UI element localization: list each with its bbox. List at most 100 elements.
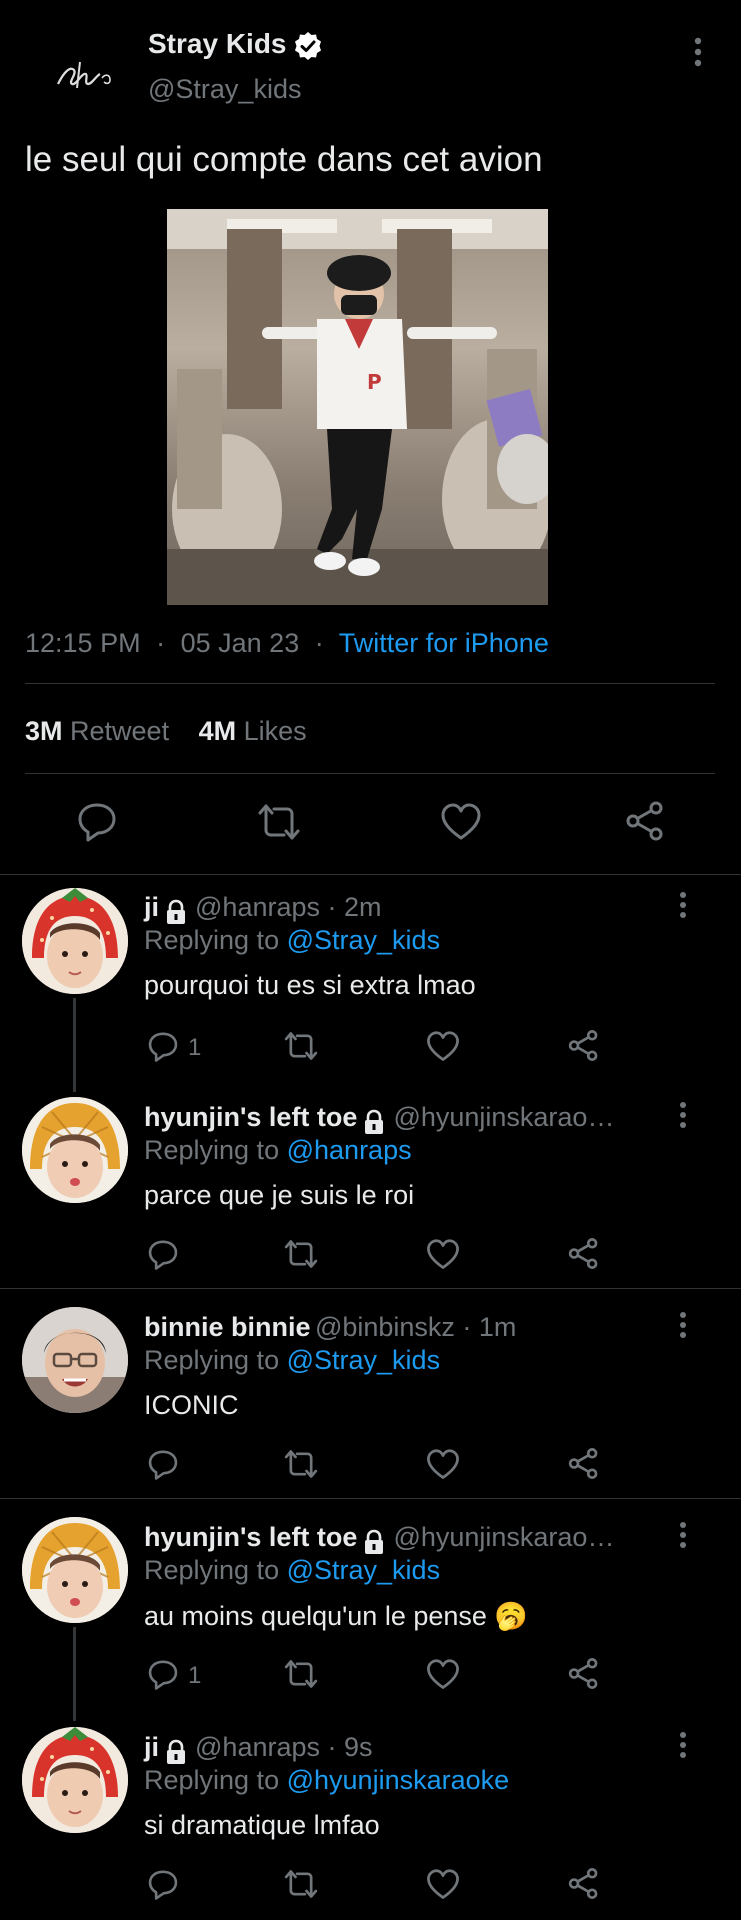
reply-count: 1	[188, 1662, 202, 1689]
tweet-text: le seul qui compte dans cet avion	[25, 140, 543, 179]
share-icon[interactable]	[624, 800, 666, 842]
reply-text: si dramatique lmfao	[144, 1810, 380, 1840]
reply-author-handle[interactable]: @hyunjinskarao…	[393, 1522, 614, 1552]
likes-count[interactable]: 4M	[199, 716, 237, 746]
reply-author-handle[interactable]: @binbinskz · 1m	[315, 1312, 516, 1342]
reply-author-handle[interactable]: @hyunjinskarao…	[393, 1102, 614, 1132]
reply-author-handle[interactable]: @hanraps · 2m	[195, 892, 381, 922]
replying-to: Replying to @Stray_kids	[144, 1555, 440, 1586]
avatar[interactable]	[22, 1307, 128, 1413]
lock-icon	[361, 1529, 387, 1555]
author-name[interactable]: Stray Kids	[148, 28, 287, 60]
more-vertical-icon[interactable]	[675, 891, 691, 919]
reply-icon[interactable]	[147, 1658, 179, 1690]
pineapple-hood-avatar	[22, 1517, 128, 1623]
reply-author-name[interactable]: ji	[144, 1732, 159, 1762]
lock-icon	[361, 1109, 387, 1135]
share-icon[interactable]	[567, 1237, 600, 1270]
tweet-source-link[interactable]: Twitter for iPhone	[339, 628, 549, 658]
divider	[0, 1498, 741, 1499]
binnie-avatar	[22, 1307, 128, 1413]
reply-author-name[interactable]: binnie binnie	[144, 1312, 311, 1342]
retweet-count[interactable]: 3M	[25, 716, 63, 746]
reply-icon[interactable]	[147, 1868, 179, 1900]
strawberry-hood-avatar	[22, 888, 128, 994]
avatar[interactable]	[22, 1517, 128, 1623]
stray-kids-logo	[57, 61, 111, 89]
replying-label: Replying to	[144, 1345, 280, 1375]
retweet-icon[interactable]	[283, 1868, 319, 1900]
reply-icon[interactable]	[147, 1238, 179, 1270]
retweet-icon[interactable]	[283, 1658, 319, 1690]
photo-scene: P	[167, 209, 548, 605]
divider	[25, 773, 715, 774]
reply-count: 1	[188, 1034, 202, 1061]
replying-to-handle[interactable]: @Stray_kids	[287, 1345, 440, 1375]
like-icon[interactable]	[426, 1659, 460, 1690]
reply-header: hyunjin's left toe @hyunjinskarao…	[144, 1102, 614, 1135]
share-icon[interactable]	[567, 1029, 600, 1062]
reply-header: ji @hanraps · 9s	[144, 1732, 373, 1765]
replying-to-handle[interactable]: @Stray_kids	[287, 925, 440, 955]
reply-header: ji @hanraps · 2m	[144, 892, 382, 925]
reply-author-name[interactable]: ji	[144, 892, 159, 922]
like-icon[interactable]	[440, 803, 482, 841]
replying-to: Replying to @hanraps	[144, 1135, 412, 1166]
more-vertical-icon[interactable]	[688, 36, 708, 68]
reply-icon[interactable]	[147, 1448, 179, 1480]
stray-kids-avatar[interactable]	[30, 22, 130, 122]
retweet-icon[interactable]	[283, 1030, 319, 1062]
reply-icon[interactable]	[147, 1030, 179, 1062]
lock-icon	[163, 899, 189, 925]
svg-text:P: P	[367, 370, 382, 394]
share-icon[interactable]	[567, 1657, 600, 1690]
replying-to-handle[interactable]: @Stray_kids	[287, 1555, 440, 1585]
more-vertical-icon[interactable]	[675, 1101, 691, 1129]
tweet-image[interactable]: P	[167, 209, 548, 605]
pineapple-hood-avatar	[22, 1097, 128, 1203]
reply-text: parce que je suis le roi	[144, 1180, 415, 1210]
like-icon[interactable]	[426, 1869, 460, 1900]
divider	[0, 874, 741, 875]
retweet-icon[interactable]	[256, 802, 302, 842]
divider	[25, 683, 715, 684]
more-vertical-icon[interactable]	[675, 1521, 691, 1549]
author-handle[interactable]: @Stray_kids	[148, 74, 301, 105]
replying-to: Replying to @Stray_kids	[144, 1345, 440, 1376]
retweet-label[interactable]: Retweet	[70, 716, 169, 746]
reply-author-name[interactable]: hyunjin's left toe	[144, 1522, 357, 1552]
replying-label: Replying to	[144, 1555, 280, 1585]
reply-author-handle[interactable]: @hanraps · 9s	[195, 1732, 373, 1762]
reply-icon[interactable]	[76, 800, 118, 842]
replying-to-handle[interactable]: @hanraps	[287, 1135, 412, 1165]
avatar[interactable]	[22, 1727, 128, 1833]
thread-line	[73, 998, 76, 1092]
more-vertical-icon[interactable]	[675, 1311, 691, 1339]
more-vertical-icon[interactable]	[675, 1731, 691, 1759]
likes-label[interactable]: Likes	[244, 716, 307, 746]
like-icon[interactable]	[426, 1449, 460, 1480]
replying-to-handle[interactable]: @hyunjinskaraoke	[287, 1765, 510, 1795]
replying-label: Replying to	[144, 1765, 280, 1795]
reply-text: ICONIC	[144, 1390, 239, 1420]
retweet-icon[interactable]	[283, 1448, 319, 1480]
share-icon[interactable]	[567, 1867, 600, 1900]
tweet-stats: 3M Retweet 4M Likes	[25, 716, 307, 747]
like-icon[interactable]	[426, 1031, 460, 1062]
replying-to: Replying to @Stray_kids	[144, 925, 440, 956]
meta-separator: ·	[314, 628, 324, 658]
retweet-icon[interactable]	[283, 1238, 319, 1270]
avatar[interactable]	[22, 888, 128, 994]
lock-icon	[163, 1739, 189, 1765]
strawberry-hood-avatar	[22, 1727, 128, 1833]
avatar[interactable]	[22, 1097, 128, 1203]
reply-header: hyunjin's left toe @hyunjinskarao…	[144, 1522, 614, 1555]
verified-badge-icon	[292, 30, 324, 62]
divider	[0, 1288, 741, 1289]
replying-label: Replying to	[144, 1135, 280, 1165]
reply-author-name[interactable]: hyunjin's left toe	[144, 1102, 357, 1132]
like-icon[interactable]	[426, 1239, 460, 1270]
tweet-meta: 12:15 PM · 05 Jan 23 · Twitter for iPhon…	[25, 628, 549, 659]
share-icon[interactable]	[567, 1447, 600, 1480]
replying-to: Replying to @hyunjinskaraoke	[144, 1765, 509, 1796]
